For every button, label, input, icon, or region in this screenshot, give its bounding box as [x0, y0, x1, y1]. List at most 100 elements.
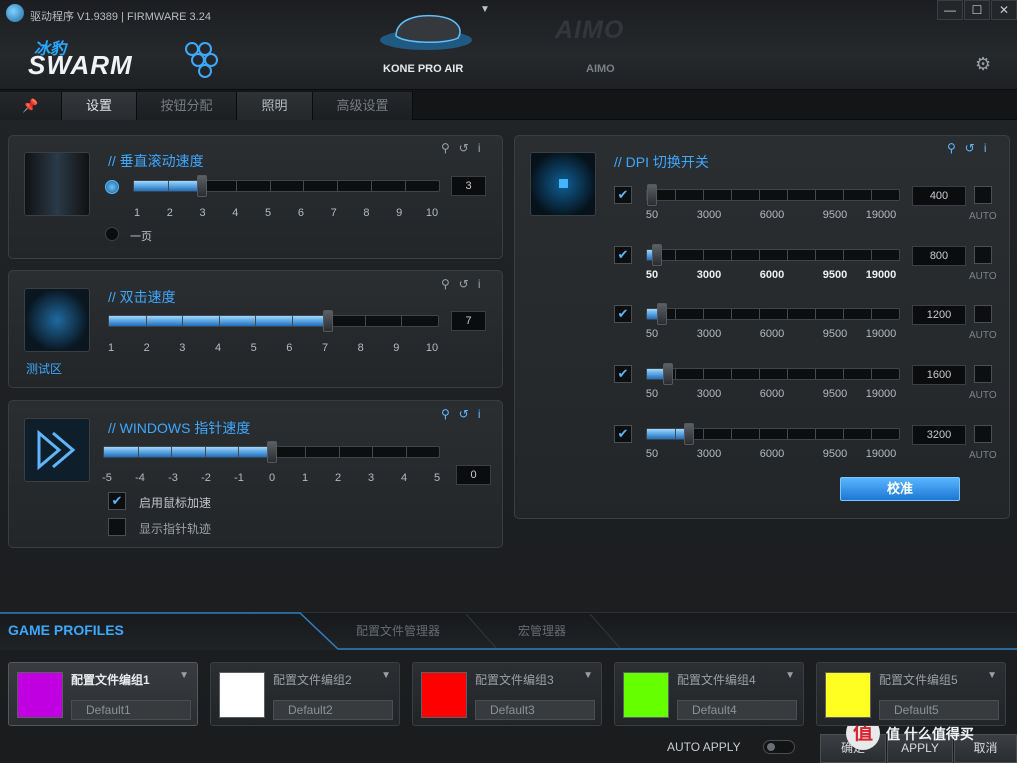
dpi-value[interactable]: 800 — [912, 245, 966, 266]
dpi-enable-checkbox[interactable]: ✔ — [614, 424, 632, 443]
slider-tick — [759, 309, 760, 320]
scale-label: 1 — [133, 207, 141, 219]
chevron-down-icon[interactable]: ▼ — [785, 670, 795, 681]
profile-slot[interactable]: 配置文件编组3 ▼ Default3 — [412, 662, 602, 726]
device-name-aimo[interactable]: AIMO — [586, 63, 615, 75]
panel-tools-icon[interactable]: ⚲↺i — [441, 407, 490, 421]
dpi-scale-label: 3000 — [696, 388, 722, 401]
tab-settings[interactable]: 设置 — [62, 92, 137, 120]
dpi-value[interactable]: 3200 — [912, 424, 966, 445]
profile-slot[interactable]: 配置文件编组4 ▼ Default4 — [614, 662, 804, 726]
scroll-speed-slider[interactable] — [133, 175, 440, 197]
slider-tick — [675, 249, 676, 260]
dpi-slider[interactable] — [646, 303, 900, 326]
calibrate-button[interactable]: 校准 — [840, 477, 960, 501]
profile-slot[interactable]: 配置文件编组5 ▼ Default5 — [816, 662, 1006, 726]
double-click-slider[interactable] — [108, 310, 439, 332]
slider-tick — [843, 190, 844, 200]
double-click-test-icon[interactable] — [24, 288, 90, 352]
pointer-trail-checkbox[interactable] — [108, 518, 126, 536]
panel-tools-icon[interactable]: ⚲↺i — [441, 141, 490, 155]
profile-default-field[interactable]: Default5 — [879, 700, 999, 720]
profile-color-swatch[interactable] — [219, 672, 265, 718]
double-click-value[interactable]: 7 — [451, 311, 486, 331]
chevron-down-icon[interactable]: ▼ — [987, 670, 997, 681]
dpi-scale-label: 50 — [645, 268, 659, 281]
scale-label: 3 — [199, 207, 206, 219]
dpi-slider[interactable] — [646, 363, 900, 386]
dpi-enable-checkbox[interactable]: ✔ — [614, 365, 632, 384]
dpi-auto-checkbox[interactable] — [974, 365, 992, 384]
dpi-slider[interactable] — [646, 243, 900, 266]
panel-tools-icon[interactable]: ⚲↺i — [947, 141, 996, 155]
profile-default-field[interactable]: Default4 — [677, 700, 797, 720]
slider-handle[interactable] — [651, 243, 662, 266]
tab-profile-manager[interactable]: 配置文件管理器 — [356, 622, 440, 639]
dpi-auto-label: AUTO — [969, 211, 997, 222]
dpi-enable-checkbox[interactable]: ✔ — [614, 305, 632, 324]
profile-slot[interactable]: 配置文件编组2 ▼ Default2 — [210, 662, 400, 726]
dpi-auto-checkbox[interactable] — [974, 305, 992, 324]
dpi-value[interactable]: 1200 — [912, 305, 966, 326]
scroll-lines-radio[interactable] — [105, 180, 119, 194]
slider-handle[interactable] — [266, 441, 277, 463]
slider-tick — [787, 309, 788, 320]
pointer-speed-title: // WINDOWS 指针速度 — [108, 420, 251, 436]
minimize-button[interactable]: — — [937, 0, 963, 20]
dpi-slider[interactable] — [646, 184, 900, 206]
profile-default-field[interactable]: Default2 — [273, 700, 393, 720]
slider-handle[interactable] — [646, 184, 657, 206]
tab-button-assign[interactable]: 按钮分配 — [137, 92, 237, 120]
slider-handle[interactable] — [323, 310, 334, 332]
dpi-enable-checkbox[interactable]: ✔ — [614, 245, 632, 264]
slider-tick — [703, 190, 704, 200]
close-button[interactable]: ✕ — [991, 0, 1017, 20]
slider-tick — [337, 181, 339, 191]
mouse-accel-checkbox[interactable]: ✔ — [108, 492, 126, 510]
maximize-button[interactable]: ☐ — [964, 0, 990, 20]
pointer-speed-value[interactable]: 0 — [456, 465, 491, 485]
dpi-slider[interactable] — [646, 422, 900, 445]
scroll-speed-value[interactable]: 3 — [451, 176, 486, 196]
chevron-down-icon[interactable]: ▼ — [179, 670, 189, 681]
slider-tick — [338, 447, 340, 457]
pointer-speed-slider[interactable] — [103, 441, 440, 463]
scroll-wheel-icon — [24, 152, 90, 216]
scroll-page-radio[interactable] — [105, 227, 119, 241]
slider-tick — [815, 428, 816, 439]
slider-handle[interactable] — [657, 303, 668, 326]
slider-handle[interactable] — [662, 363, 673, 386]
slider-handle[interactable] — [683, 422, 694, 445]
pin-tab-icon[interactable]: 📌 — [0, 92, 62, 120]
slider-tick — [167, 181, 169, 191]
profile-color-swatch[interactable] — [623, 672, 669, 718]
profile-color-swatch[interactable] — [421, 672, 467, 718]
chevron-down-icon[interactable]: ▼ — [583, 670, 593, 681]
mouse-device-icon[interactable] — [376, 10, 476, 58]
device-dropdown-icon[interactable]: ▼ — [480, 4, 490, 15]
profile-default-field[interactable]: Default1 — [71, 700, 191, 720]
tab-advanced[interactable]: 高级设置 — [313, 92, 413, 120]
dpi-auto-checkbox[interactable] — [974, 186, 992, 204]
dpi-value[interactable]: 1600 — [912, 365, 966, 386]
tab-lighting[interactable]: 照明 — [237, 92, 313, 120]
panel-tools-icon[interactable]: ⚲↺i — [441, 277, 490, 291]
dpi-auto-checkbox[interactable] — [974, 245, 992, 264]
profile-color-swatch[interactable] — [17, 672, 63, 718]
slider-tick — [255, 316, 257, 326]
scale-label: 0 — [268, 472, 276, 484]
profile-slot[interactable]: 配置文件编组1 ▼ Default1 — [8, 662, 198, 726]
dpi-auto-checkbox[interactable] — [974, 424, 992, 443]
profile-color-swatch[interactable] — [825, 672, 871, 718]
device-name-active[interactable]: KONE PRO AIR — [383, 63, 463, 75]
gear-icon[interactable]: ⚙ — [975, 54, 991, 75]
window-title: 驱动程序 V1.9389 | FIRMWARE 3.24 — [30, 11, 211, 23]
profile-default-field[interactable]: Default3 — [475, 700, 595, 720]
dpi-enable-checkbox[interactable]: ✔ — [614, 186, 632, 204]
dpi-value[interactable]: 400 — [912, 186, 966, 206]
slider-handle[interactable] — [196, 175, 207, 197]
chevron-down-icon[interactable]: ▼ — [381, 670, 391, 681]
dpi-scale-label: 3000 — [696, 447, 722, 460]
slider-tick — [675, 190, 676, 200]
tab-macro-manager[interactable]: 宏管理器 — [518, 622, 566, 639]
